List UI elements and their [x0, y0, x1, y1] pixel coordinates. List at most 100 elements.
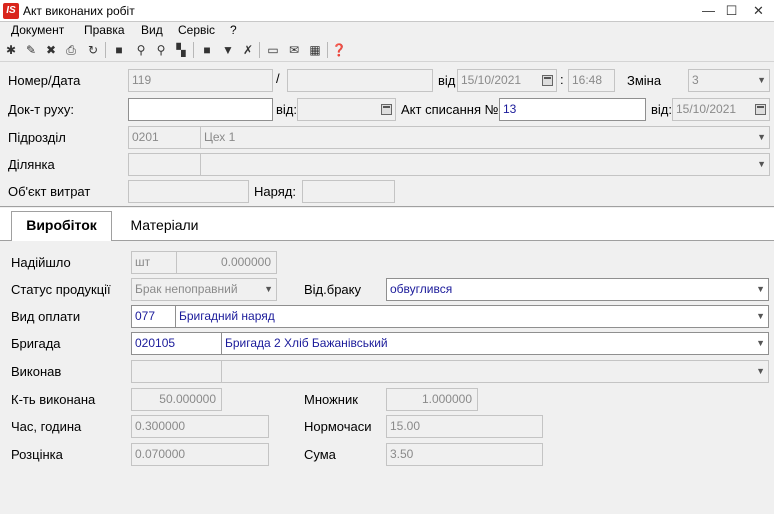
norm-hours-label: Нормочаси	[304, 419, 372, 434]
performed-by-select[interactable]: ▼	[221, 360, 769, 383]
multiplier-field: 1.000000	[386, 388, 478, 411]
find-icon[interactable]: ⚲	[132, 41, 150, 59]
chevron-down-icon: ▼	[756, 284, 765, 294]
date-field: 15/10/2021	[457, 69, 557, 92]
app-logo-icon: IS	[3, 3, 19, 19]
menu-view[interactable]: Вид	[141, 23, 163, 37]
shift-select: 3 ▼	[688, 69, 770, 92]
pay-type-label: Вид оплати	[11, 309, 81, 324]
number-field: 119	[128, 69, 273, 92]
delete-doc-icon[interactable]: ✖	[42, 41, 60, 59]
move-from-label: від:	[276, 102, 297, 117]
pay-code-input[interactable]: 077	[131, 305, 177, 328]
new-doc-icon[interactable]: ✱	[2, 41, 20, 59]
section-name-select[interactable]: ▼	[200, 153, 770, 176]
status-select: Брак непоправний ▼	[131, 278, 277, 301]
pay-type-select[interactable]: Бригадний наряд ▼	[175, 305, 769, 328]
grid-icon[interactable]: ■	[198, 41, 216, 59]
multiplier-label: Множник	[304, 392, 358, 407]
find-next-icon[interactable]: ⚲	[152, 41, 170, 59]
time-colon: :	[560, 72, 564, 87]
minimize-button[interactable]: —	[697, 0, 720, 22]
menu-bar: Документ Правка Вид Сервіс ?	[0, 22, 774, 38]
section-label: Ділянка	[8, 157, 55, 172]
defect-label: Від.браку	[304, 282, 361, 297]
rate-field: 0.070000	[131, 443, 269, 466]
qty-done-label: К-ть виконана	[11, 392, 96, 407]
number-suffix-field	[287, 69, 433, 92]
move-doc-input[interactable]	[128, 98, 273, 121]
division-name-select: Цех 1 ▼	[200, 126, 770, 149]
brigade-label: Бригада	[11, 336, 61, 351]
move-date-field	[297, 98, 396, 121]
sum-label: Сума	[304, 447, 336, 462]
calculator-icon[interactable]: ▦	[306, 41, 324, 59]
slash-label: /	[276, 71, 280, 86]
division-code-field: 0201	[128, 126, 201, 149]
rate-label: Розцінка	[11, 447, 63, 462]
calendar-icon[interactable]	[542, 75, 553, 86]
chevron-down-icon: ▼	[756, 311, 765, 321]
unit-field: шт	[131, 251, 177, 274]
time-field: 16:48	[568, 69, 615, 92]
move-doc-label: Док-т руху:	[8, 102, 74, 117]
menu-edit[interactable]: Правка	[84, 23, 125, 37]
chevron-down-icon: ▼	[264, 284, 273, 294]
performed-code-field	[131, 360, 222, 383]
chevron-down-icon: ▼	[756, 338, 765, 348]
create-copy-icon[interactable]: ✎	[22, 41, 40, 59]
filter-icon[interactable]: ▼	[219, 41, 237, 59]
tab-production[interactable]: Виробіток	[11, 211, 112, 241]
status-label: Статус продукції	[11, 282, 111, 297]
writeoff-date-field: 15/10/2021	[672, 98, 770, 121]
brigade-select[interactable]: Бригада 2 Хліб Бажанівський ▼	[221, 332, 769, 355]
chevron-down-icon: ▼	[757, 159, 766, 169]
writeoff-label: Акт списання №	[401, 102, 499, 117]
division-label: Підрозділ	[8, 130, 66, 145]
toolbar: ✱ ✎ ✖ ⎙ ↻ ■ ⚲ ⚲ ▚ ■ ▼ ✗ ▭ ✉ ▦ ❓	[0, 38, 774, 62]
norm-hours-field: 15.00	[386, 415, 543, 438]
writeoff-from-label: від:	[651, 102, 672, 117]
clear-filter-icon[interactable]: ✗	[239, 41, 257, 59]
hours-field: 0.300000	[131, 415, 269, 438]
save-icon[interactable]: ■	[110, 41, 128, 59]
performed-by-label: Виконав	[11, 364, 62, 379]
title-bar: IS Акт виконаних робіт — ☐ ✕	[0, 0, 774, 22]
chevron-down-icon: ▼	[757, 75, 766, 85]
cost-object-label: Об'єкт витрат	[8, 184, 91, 199]
find-replace-icon[interactable]: ▚	[172, 41, 190, 59]
cost-object-field	[128, 180, 249, 203]
tab-materials[interactable]: Матеріали	[117, 212, 212, 240]
chevron-down-icon: ▼	[757, 132, 766, 142]
calendar-icon[interactable]	[381, 104, 392, 115]
menu-document[interactable]: Документ	[11, 23, 64, 37]
section-code-field	[128, 153, 201, 176]
mail-icon[interactable]: ✉	[285, 41, 303, 59]
date-from-label: від	[438, 73, 456, 88]
print-icon[interactable]: ⎙	[62, 41, 80, 59]
chevron-down-icon: ▼	[756, 366, 765, 376]
production-panel: Надійшло шт 0.000000 Статус продукції Бр…	[0, 240, 774, 514]
document-icon[interactable]: ▭	[264, 41, 282, 59]
received-qty-field: 0.000000	[176, 251, 277, 274]
order-field	[302, 180, 395, 203]
close-button[interactable]: ✕	[747, 0, 770, 22]
help-icon[interactable]: ❓	[330, 41, 348, 59]
tabs-area: Надійшло шт 0.000000 Статус продукції Бр…	[0, 208, 774, 514]
writeoff-number-input[interactable]: 13	[499, 98, 646, 121]
number-date-label: Номер/Дата	[8, 73, 81, 88]
defect-select[interactable]: обвуглився ▼	[386, 278, 769, 301]
received-label: Надійшло	[11, 255, 71, 270]
brigade-code-input[interactable]: 020105	[131, 332, 222, 355]
calendar-icon[interactable]	[755, 104, 766, 115]
order-label: Наряд:	[254, 184, 296, 199]
menu-help[interactable]: ?	[230, 23, 237, 37]
window-title: Акт виконаних робіт	[23, 4, 135, 18]
maximize-button[interactable]: ☐	[720, 0, 743, 22]
menu-service[interactable]: Сервіс	[178, 23, 215, 37]
shift-label: Зміна	[627, 73, 662, 88]
document-header: Номер/Дата 119 / від 15/10/2021 : 16:48 …	[0, 63, 774, 207]
qty-done-field: 50.000000	[131, 388, 222, 411]
hours-label: Час, година	[11, 419, 82, 434]
refresh-icon[interactable]: ↻	[84, 41, 102, 59]
